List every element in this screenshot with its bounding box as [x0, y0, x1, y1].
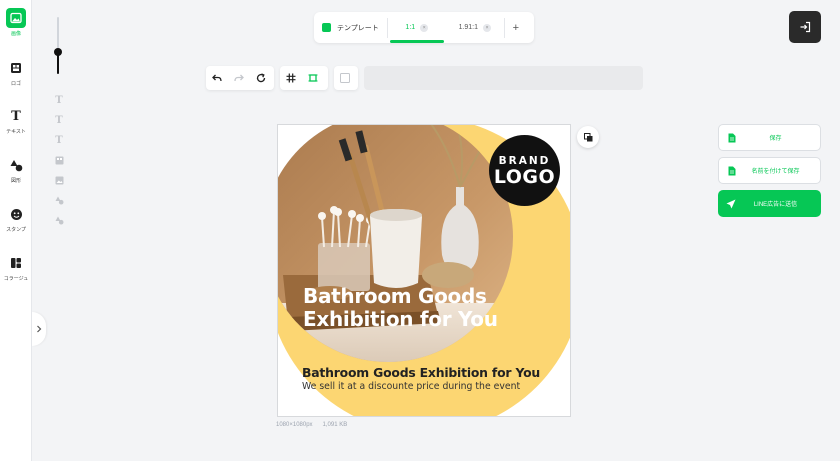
template-bar: テンプレート 1:1 × 1.91:1 × + [314, 12, 534, 43]
text-icon: T [55, 94, 63, 106]
crop-frame-icon [308, 74, 318, 82]
subtool-text-small[interactable]: T [50, 130, 68, 150]
close-icon[interactable]: × [420, 23, 429, 32]
rail-label: コラージュ [3, 276, 29, 282]
file-icon [719, 166, 745, 176]
close-icon[interactable]: × [483, 23, 492, 32]
text-icon: T [11, 108, 21, 124]
rail-label: 画像 [10, 31, 21, 37]
tagline-text[interactable]: We sell it at a discounte price during t… [302, 381, 520, 392]
collage-icon [6, 253, 26, 273]
send-icon [718, 199, 744, 209]
design-canvas[interactable]: BRAND LOGO Bathroom Goods Exhibition for… [277, 124, 571, 417]
redo-icon [234, 74, 244, 81]
exit-button[interactable] [789, 11, 821, 43]
text-icon: T [55, 134, 63, 146]
subtool-text-medium[interactable]: T [50, 110, 68, 130]
safe-area-button[interactable] [302, 66, 324, 90]
rail-item-logo[interactable]: ロゴ [0, 58, 32, 87]
subtool-text-large[interactable]: T [50, 90, 68, 110]
canvas-meta: 1080×1080px 1,091 KB [276, 422, 347, 428]
logo-text-line1: BRAND [498, 154, 551, 167]
headline-line2: Exhibition for You [303, 307, 498, 331]
color-swatch-icon [340, 73, 350, 83]
rail-label: テキスト [6, 129, 26, 135]
canvas-size: 1080×1080px [276, 422, 313, 428]
add-ratio-button[interactable]: + [505, 12, 527, 43]
save-button[interactable]: 保存 [718, 124, 821, 151]
rail-item-collage[interactable]: コラージュ [0, 253, 32, 282]
rail-item-text[interactable]: T テキスト [0, 106, 32, 136]
grid-toolbar [280, 66, 328, 90]
shapes-icon [6, 155, 26, 175]
template-label: テンプレート [337, 24, 379, 32]
shapes-icon [55, 216, 63, 224]
logo-grid-icon [55, 156, 63, 164]
headline-text[interactable]: Bathroom Goods Exhibition for You [303, 285, 498, 331]
logo-text-line2: LOGO [493, 165, 556, 188]
shapes-icon [55, 196, 63, 204]
save-label: 保存 [769, 136, 782, 142]
rail-label: 図形 [10, 178, 21, 184]
reset-button[interactable] [250, 66, 272, 90]
image-icon [55, 176, 63, 184]
send-line-label: LINE広告に送信 [753, 202, 798, 208]
ratio-label: 1:1 [405, 24, 416, 31]
file-icon [719, 133, 745, 143]
image-icon [322, 23, 331, 32]
active-tab-indicator [389, 40, 444, 43]
text-icon: T [55, 114, 63, 126]
collapse-panel-button[interactable] [32, 312, 46, 346]
left-rail: 画像 ロゴ T テキスト 図形 スタンプ コラージュ [0, 0, 32, 461]
subtool-image[interactable] [50, 170, 68, 190]
subhead-text[interactable]: Bathroom Goods Exhibition for You [302, 365, 540, 380]
subtool-shapes[interactable] [50, 190, 68, 210]
image-icon [6, 8, 26, 28]
brand-logo[interactable]: BRAND LOGO [489, 135, 560, 206]
rail-item-shapes[interactable]: 図形 [0, 155, 32, 184]
text-input[interactable] [364, 66, 643, 90]
exit-icon [800, 21, 811, 33]
slider-thumb[interactable] [54, 48, 62, 56]
logo-grid-icon [6, 58, 26, 78]
rail-label: ロゴ [10, 81, 21, 87]
headline-line1: Bathroom Goods [303, 284, 487, 308]
file-size: 1,091 KB [322, 422, 348, 428]
send-line-ads-button[interactable]: LINE広告に送信 [718, 190, 821, 217]
stamp-icon [6, 204, 26, 224]
size-slider[interactable] [54, 17, 62, 74]
redo-button[interactable] [228, 66, 250, 90]
tab-ratio-1-1[interactable]: 1:1 × [388, 12, 446, 43]
ratio-label: 1.91:1 [458, 24, 479, 31]
color-toolbar [334, 66, 358, 90]
template-button[interactable]: テンプレート [314, 12, 387, 43]
save-as-label: 名前を付けて保存 [751, 169, 800, 175]
tab-ratio-1-91-1[interactable]: 1.91:1 × [446, 12, 504, 43]
subtool-shapes-2[interactable] [50, 210, 68, 230]
copy-icon [583, 132, 592, 141]
refresh-icon [256, 73, 266, 83]
rail-label: スタンプ [6, 227, 26, 233]
grid-icon [286, 73, 296, 83]
duplicate-button[interactable] [577, 126, 599, 148]
undo-button[interactable] [206, 66, 228, 90]
history-toolbar [206, 66, 274, 90]
chevron-right-icon [37, 325, 42, 333]
sub-tools: T T T [50, 90, 68, 230]
subtool-logo[interactable] [50, 150, 68, 170]
undo-icon [212, 74, 222, 81]
save-as-button[interactable]: 名前を付けて保存 [718, 157, 821, 184]
background-color-button[interactable] [334, 66, 356, 90]
grid-toggle-button[interactable] [280, 66, 302, 90]
rail-item-image[interactable]: 画像 [0, 8, 32, 37]
rail-item-stamp[interactable]: スタンプ [0, 204, 32, 233]
